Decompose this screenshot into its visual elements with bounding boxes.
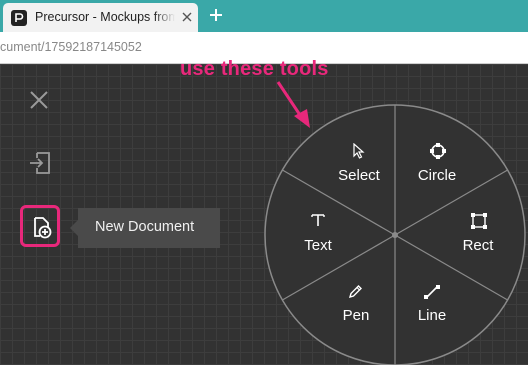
tool-pen[interactable]: Pen: [316, 307, 396, 324]
tool-select[interactable]: Select: [319, 167, 399, 184]
tool-text[interactable]: Text: [278, 237, 358, 254]
tool-line[interactable]: Line: [392, 307, 472, 324]
tool-rect[interactable]: Rect: [438, 237, 518, 254]
text-icon[interactable]: [310, 212, 326, 228]
tool-circle[interactable]: Circle: [397, 167, 477, 184]
rect-icon[interactable]: [470, 212, 488, 230]
circle-icon[interactable]: [429, 142, 447, 160]
pen-icon[interactable]: [347, 284, 363, 300]
cursor-icon[interactable]: [352, 143, 366, 159]
line-icon[interactable]: [423, 283, 441, 301]
